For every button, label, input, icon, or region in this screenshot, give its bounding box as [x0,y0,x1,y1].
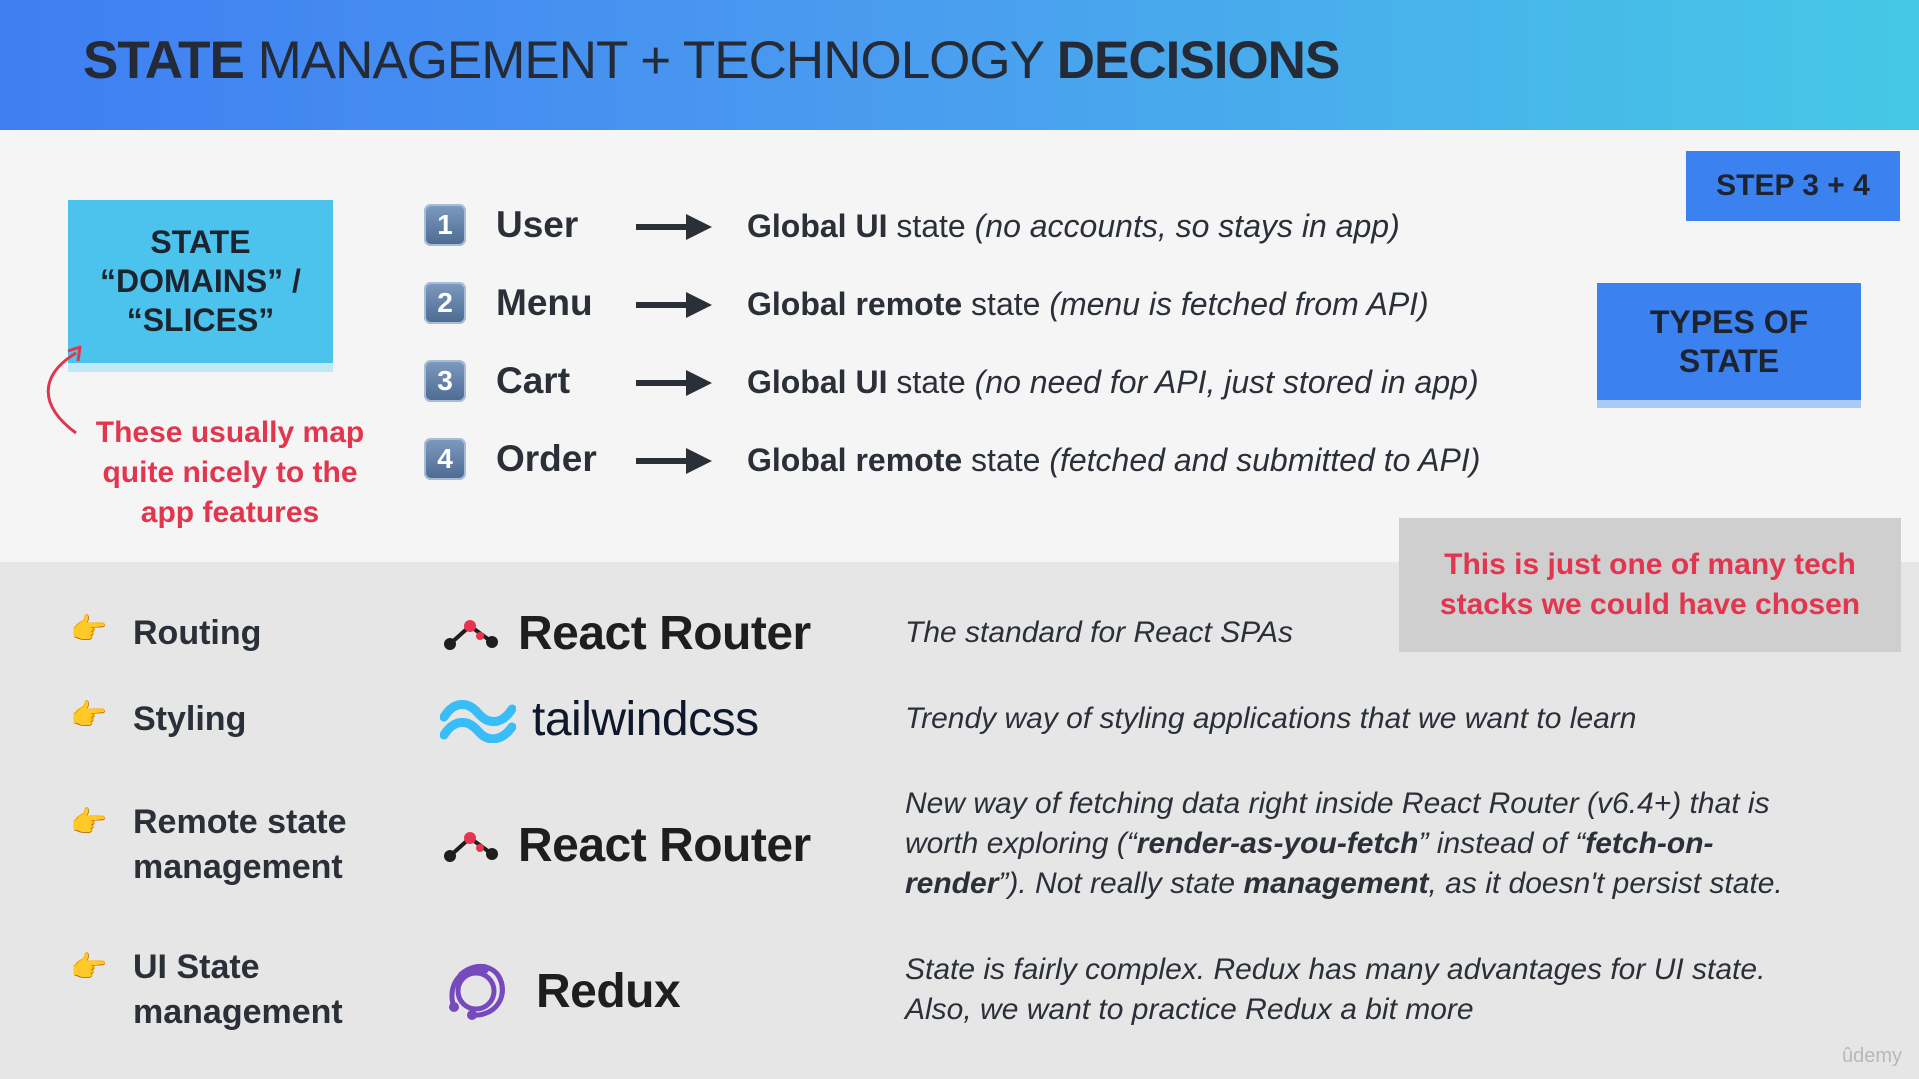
row-state-type: Global remote [747,442,963,478]
right-arrow-icon [636,370,712,396]
udemy-watermark: ûdemy [1842,1045,1903,1067]
right-arrow-icon [636,448,712,474]
row-note: (fetched and submitted to API) [1049,442,1481,478]
row-state-type: Global UI [747,208,888,244]
domains-note: These usually map quite nicely to the ap… [90,413,370,533]
row-note: (menu is fetched from API) [1049,286,1429,322]
desc-bold: management [1243,867,1429,900]
tech-label: Remote state management [133,800,347,890]
tech-description: Trendy way of styling applications that … [905,702,1637,735]
row-note: (no accounts, so stays in app) [974,208,1400,244]
logo-text: React Router [518,607,811,660]
redux-icon [449,963,505,1020]
desc-text: worth exploring (“ [905,827,1137,860]
right-arrow-icon [636,214,712,240]
number-badge-icon: 3 [424,360,466,402]
pointing-hand-icon: 👉 [70,806,108,839]
row-label: Menu [496,282,593,323]
logo-text: tailwindcss [532,693,759,746]
domains-note-line1: These usually map [95,416,365,449]
tech-label-line2: management [133,848,343,886]
tech-description: New way of fetching data right inside Re… [905,784,1783,904]
tech-description-line1: State is fairly complex. Redux has many … [905,953,1766,986]
desc-bold: render [905,867,999,900]
pointing-hand-icon: 👉 [70,613,108,646]
domains-box-line2: “DOMAINS” / [100,263,301,299]
redux-logo: Redux [440,955,681,1027]
tech-label: Routing [133,614,262,652]
right-arrow-icon [636,292,712,318]
react-router-icon [444,831,498,862]
number-badge-icon: 2 [424,282,466,324]
row-state-word: state [962,286,1050,322]
header-bar: STATE MANAGEMENT + TECHNOLOGY DECISIONS [0,0,1919,130]
row-description: Global UI state (no accounts, so stays i… [747,208,1400,245]
react-router-logo: React Router [440,606,811,661]
step-badge: STEP 3 + 4 [1686,151,1900,221]
row-description: Global remote state (fetched and submitt… [747,442,1480,479]
tech-note-line1: This is just one of many tech [1444,548,1856,581]
number-badge-icon: 4 [424,438,466,480]
row-state-word: state [962,442,1050,478]
tailwindcss-logo: tailwindcss [440,692,759,747]
row-description: Global UI state (no need for API, just s… [747,364,1479,401]
tech-stack-note: This is just one of many tech stacks we … [1399,518,1901,652]
tech-label-line1: UI State [133,948,260,986]
tech-description: State is fairly complex. Redux has many … [905,950,1765,1030]
desc-bold: fetch-on- [1585,827,1714,860]
state-domains-box: STATE “DOMAINS” / “SLICES” [68,200,333,363]
domains-box-line3: “SLICES” [126,302,275,338]
logo-text: Redux [536,964,681,1018]
tech-label-line2: management [133,993,343,1031]
desc-text: , as it doesn't persist state. [1428,867,1783,900]
row-state-type: Global UI [747,364,888,400]
react-router-logo: React Router [440,818,811,873]
desc-text: ” instead of “ [1418,827,1586,860]
tech-description: The standard for React SPAs [905,616,1293,649]
curved-arrow-icon [46,345,82,435]
title-part-state: STATE [83,31,245,90]
title-part-middle: MANAGEMENT + TECHNOLOGY [243,31,1057,90]
tech-label: UI State management [133,945,343,1035]
tech-description-line2: Also, we want to practice Redux a bit mo… [905,993,1474,1026]
tech-label-line1: Remote state [133,803,347,841]
types-box-line2: STATE [1678,342,1780,379]
row-label: Cart [496,360,571,401]
domains-box-line1: STATE [150,224,251,260]
row-state-word: state [887,208,975,244]
domains-note-line3: app features [140,496,320,529]
tech-description-line1: New way of fetching data right inside Re… [905,787,1770,820]
react-router-icon [444,619,498,650]
tailwind-icon [440,699,516,743]
tech-label: Styling [133,700,247,738]
types-box-line1: TYPES OF [1649,303,1809,340]
desc-bold: render-as-you-fetch [1136,827,1419,860]
page-title: STATE MANAGEMENT + TECHNOLOGY DECISIONS [83,30,1341,91]
tech-description-line3: render”). Not really state management, a… [905,864,1783,904]
number-badge-icon: 1 [424,204,466,246]
row-label: User [496,204,579,245]
domains-note-line2: quite nicely to the [102,456,358,489]
title-part-decisions: DECISIONS [1056,31,1341,90]
tech-description-line2: worth exploring (“render-as-you-fetch” i… [905,824,1783,864]
row-note: (no need for API, just stored in app) [974,364,1479,400]
row-state-type: Global remote [747,286,963,322]
row-state-word: state [887,364,975,400]
tech-note-line2: stacks we could have chosen [1439,588,1861,621]
row-description: Global remote state (menu is fetched fro… [747,286,1429,323]
row-label: Order [496,438,597,479]
desc-text: ”). Not really state [998,867,1244,900]
pointing-hand-icon: 👉 [70,951,108,984]
types-of-state-box: TYPES OF STATE [1597,283,1861,400]
logo-text: React Router [518,819,811,872]
pointing-hand-icon: 👉 [70,699,108,732]
